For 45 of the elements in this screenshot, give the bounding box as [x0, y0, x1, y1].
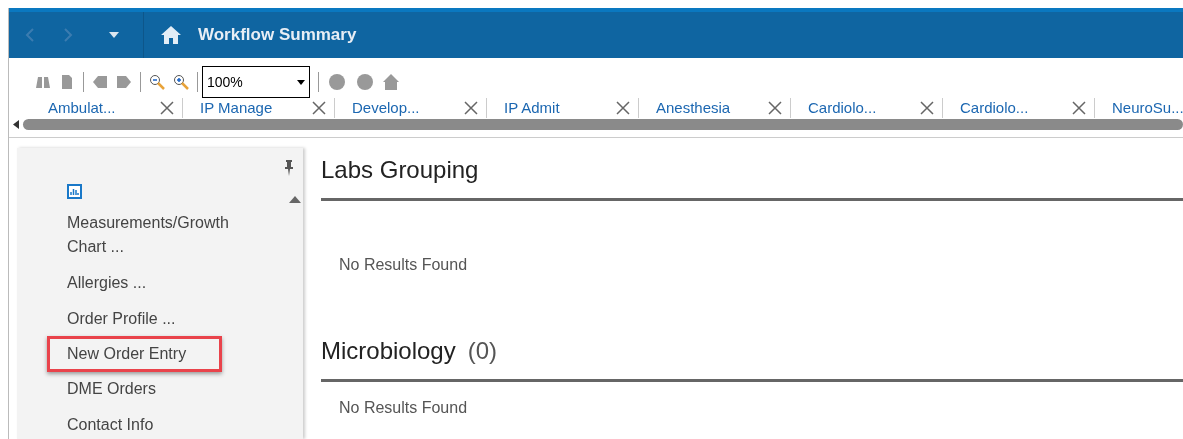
- close-icon[interactable]: [768, 101, 782, 115]
- tab[interactable]: Cardiolo...: [807, 98, 942, 118]
- section-title: Microbiology: [321, 336, 456, 366]
- close-icon[interactable]: [616, 101, 630, 115]
- zoom-out-icon[interactable]: [149, 74, 165, 90]
- circle-icon[interactable]: [355, 74, 375, 90]
- bar-chart-icon[interactable]: [67, 184, 82, 199]
- pin-icon[interactable]: [285, 160, 293, 176]
- dropdown-icon[interactable]: [109, 32, 119, 38]
- sidebar-link[interactable]: New Order Entry: [47, 336, 222, 372]
- close-icon[interactable]: [312, 101, 326, 115]
- tab[interactable]: IP Admit: [503, 98, 638, 118]
- empty-message: No Results Found: [338, 398, 469, 418]
- caret-icon[interactable]: [297, 79, 305, 85]
- zoom-dropdown[interactable]: 100%: [202, 66, 310, 98]
- binoculars-icon[interactable]: [35, 74, 51, 90]
- section-count: (0): [467, 336, 498, 366]
- tab[interactable]: Ambulat...: [47, 98, 182, 118]
- close-icon[interactable]: [464, 101, 478, 115]
- scroll-left-icon[interactable]: [13, 120, 19, 129]
- next-page-icon[interactable]: [116, 74, 132, 90]
- scrollbar-thumb[interactable]: [23, 119, 1183, 130]
- tab[interactable]: Anesthesia: [655, 98, 790, 118]
- tab[interactable]: Cardiolo...: [959, 98, 1094, 118]
- sidebar-link[interactable]: Measurements/Growth Chart ...: [67, 205, 252, 265]
- house-icon[interactable]: [383, 74, 399, 90]
- scroll-up-icon[interactable]: [289, 196, 301, 203]
- close-icon[interactable]: [920, 101, 934, 115]
- circle-icon[interactable]: [327, 74, 347, 90]
- home-icon[interactable]: [160, 25, 182, 45]
- sidebar-link[interactable]: Contact Info: [67, 407, 154, 439]
- previous-page-icon[interactable]: [92, 74, 108, 90]
- sidebar-link[interactable]: Allergies ...: [67, 265, 147, 301]
- sidebar-link[interactable]: Order Profile ...: [67, 301, 176, 337]
- close-icon[interactable]: [160, 101, 174, 115]
- page-icon[interactable]: [59, 74, 75, 90]
- sidebar-link[interactable]: DME Orders: [67, 371, 156, 407]
- zoom-in-icon[interactable]: [173, 74, 189, 90]
- tab[interactable]: IP Manage: [199, 98, 334, 118]
- section-title: Labs Grouping: [321, 155, 479, 185]
- window-title: Workflow Summary: [198, 24, 357, 47]
- tab[interactable]: Develop...: [351, 98, 486, 118]
- close-icon[interactable]: [1072, 101, 1086, 115]
- tab[interactable]: NeuroSu...: [1111, 98, 1183, 118]
- empty-message: No Results Found: [338, 255, 469, 275]
